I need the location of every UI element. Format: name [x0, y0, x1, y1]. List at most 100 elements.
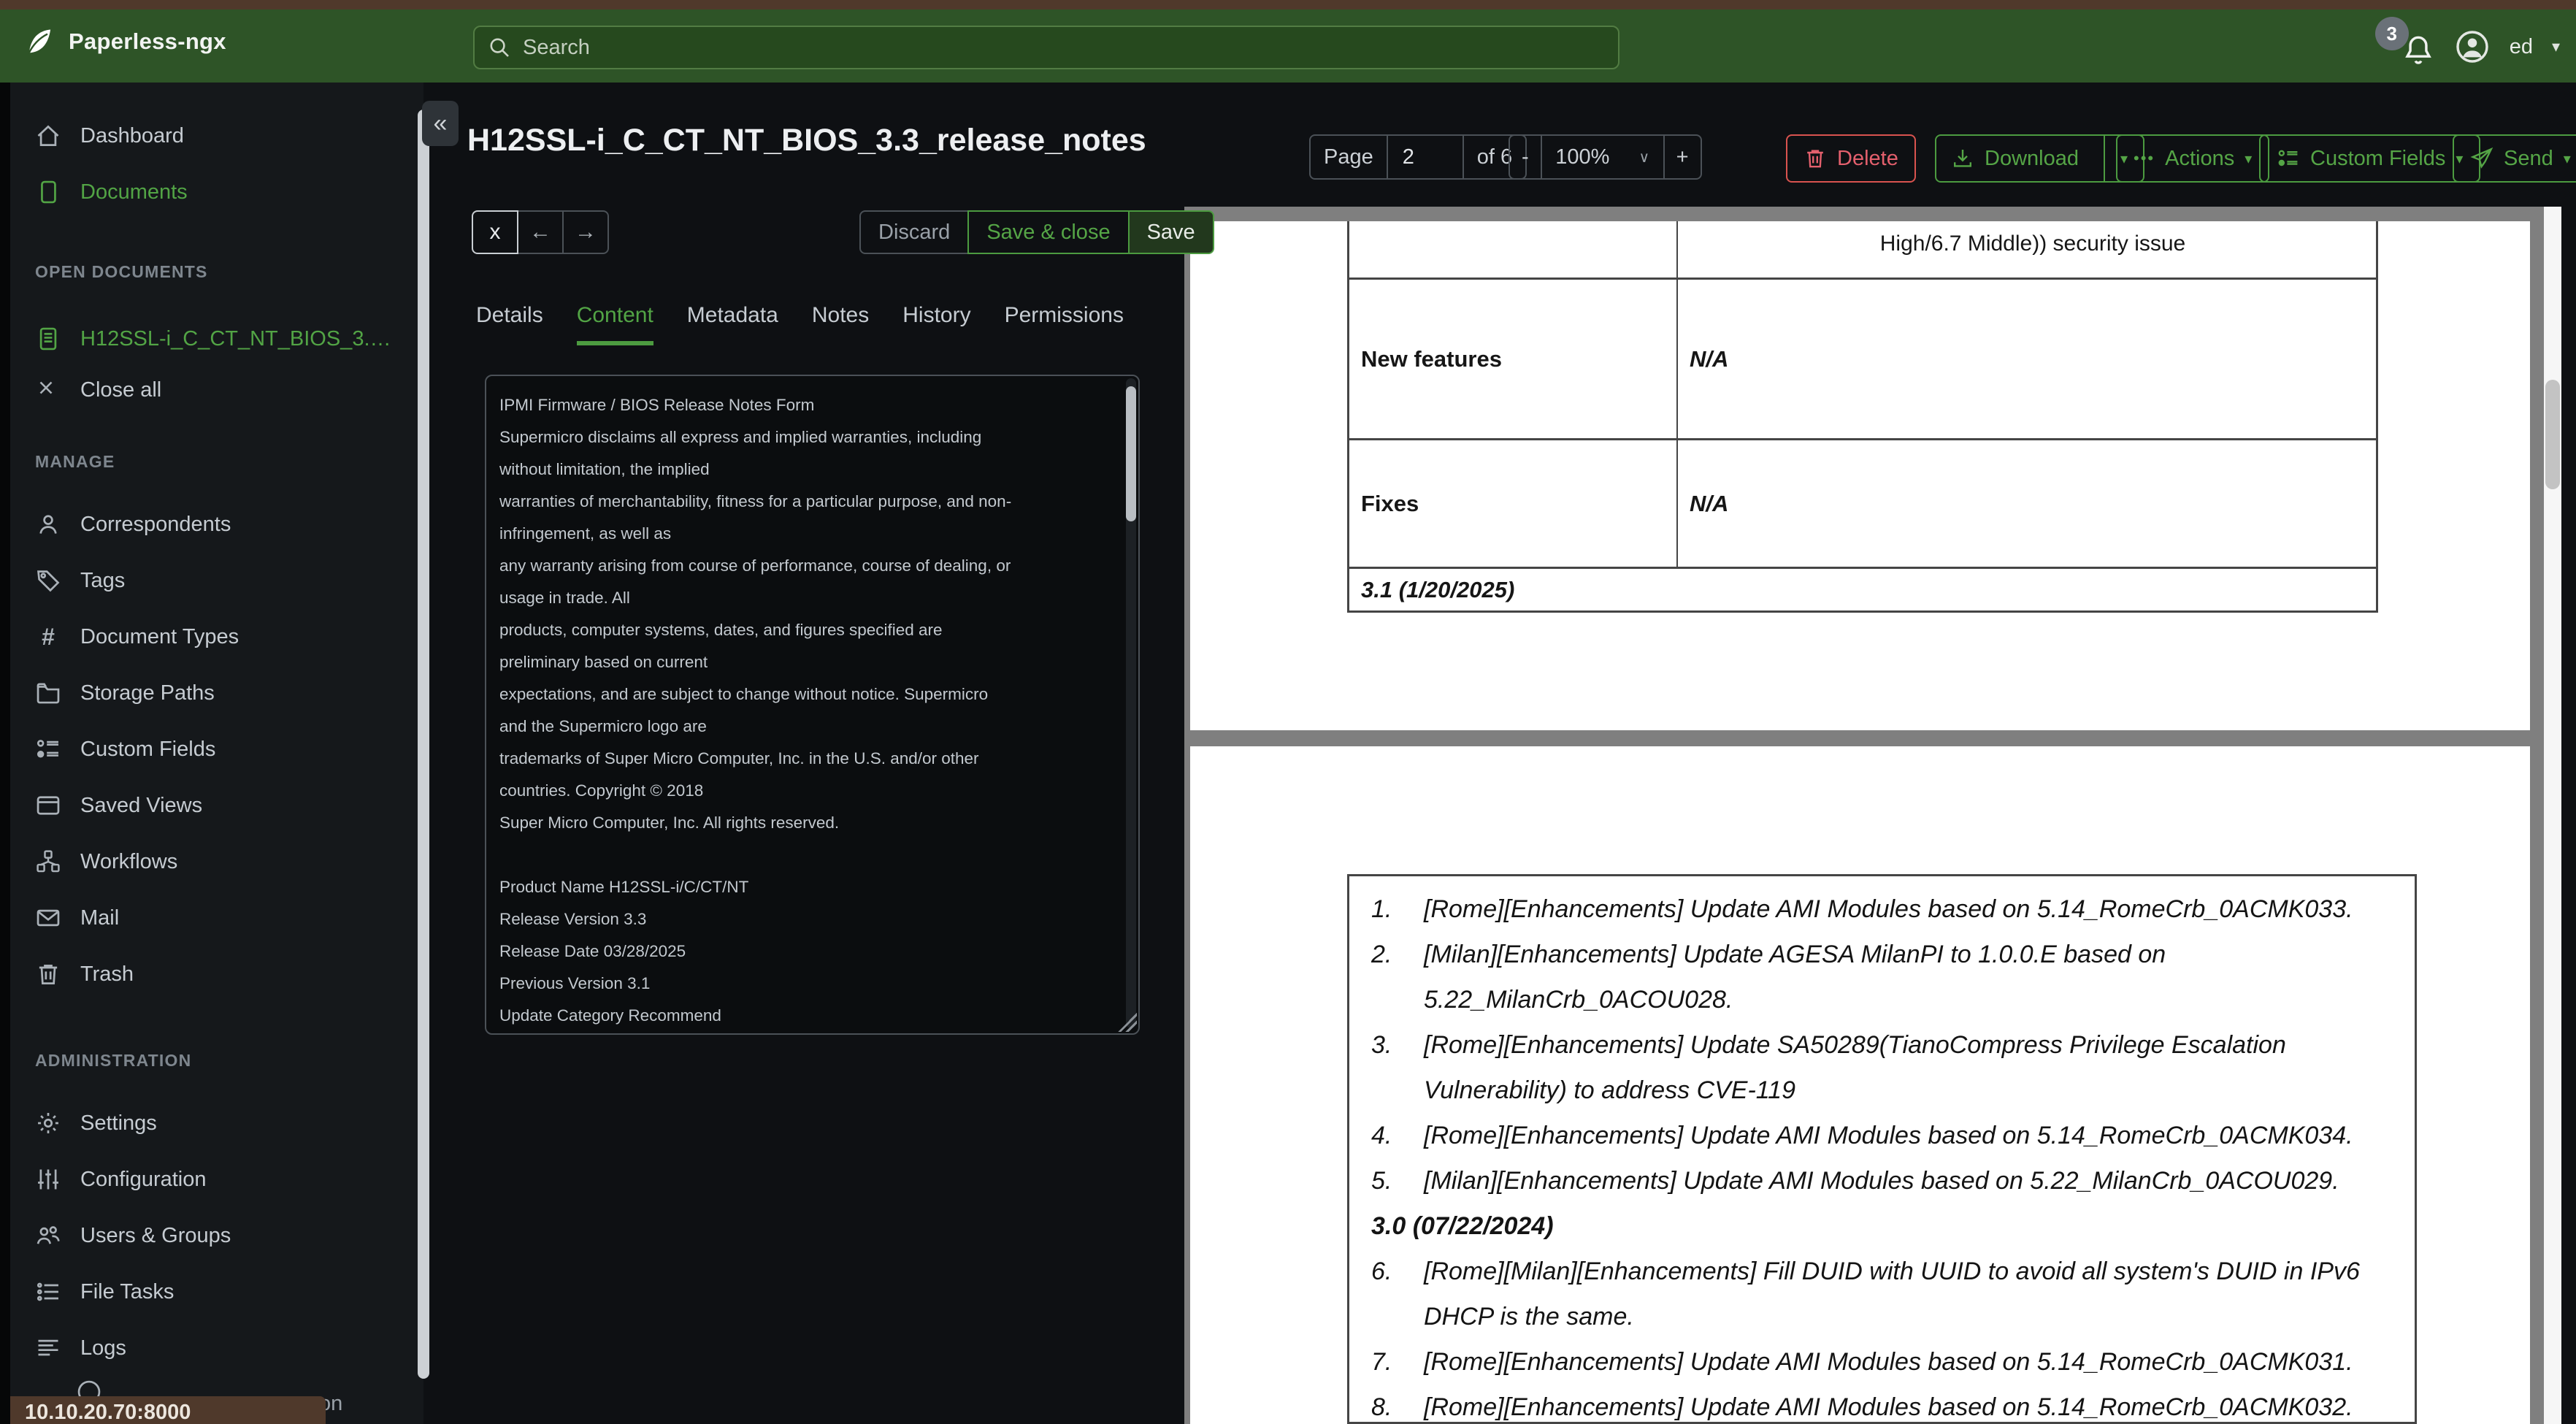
tab-history[interactable]: History — [902, 303, 970, 345]
sidebar-item-logs[interactable]: Logs — [10, 1324, 400, 1372]
sidebar-item-custom-fields[interactable]: Custom Fields — [10, 725, 400, 773]
table-version-row: 3.1 (1/20/2025) — [1349, 569, 2376, 613]
release-notes-table: High/6.7 Middle)) security issue New fea… — [1347, 221, 2378, 613]
table-cell: High/6.7 Middle)) security issue — [1879, 231, 2186, 256]
actions-button[interactable]: ••• Actions ▾ — [2116, 134, 2270, 183]
zoom-select[interactable]: 100% ∨ — [1540, 134, 1665, 180]
search-input[interactable] — [521, 34, 1605, 61]
window-top-strip — [0, 0, 2576, 9]
tab-details[interactable]: Details — [476, 303, 543, 345]
pdf-scrollbar-thumb[interactable] — [2545, 380, 2560, 489]
page-input-segment[interactable] — [1386, 134, 1464, 180]
pdf-preview-pane[interactable]: High/6.7 Middle)) security issue New fea… — [1184, 207, 2561, 1424]
save-button[interactable]: Save — [1127, 210, 1214, 254]
sidebar: Dashboard Documents OPEN DOCUMENTS H12SS… — [10, 83, 423, 1424]
content-text[interactable]: IPMI Firmware / BIOS Release Notes Form … — [486, 376, 1116, 1033]
close-document-button[interactable]: x — [472, 210, 518, 254]
list-item: 3. [Rome][Enhancements] Update SA50289(T… — [1371, 1031, 2286, 1104]
brand[interactable]: Paperless-ngx — [23, 26, 226, 58]
trash-icon — [35, 961, 61, 987]
sidebar-item-tags[interactable]: Tags — [10, 556, 400, 605]
sidebar-item-correspondents[interactable]: Correspondents — [10, 500, 400, 548]
custom-fields-button[interactable]: Custom Fields ▾ — [2259, 134, 2481, 183]
administration-header: ADMINISTRATION — [35, 1051, 192, 1070]
list-tasks-icon — [35, 1279, 61, 1305]
next-document-button[interactable]: → — [562, 210, 609, 254]
home-icon — [35, 123, 61, 149]
zoom-control: - 100% ∨ + — [1509, 134, 1702, 180]
download-button[interactable]: Download — [1936, 136, 2093, 181]
sidebar-scrollbar[interactable] — [418, 110, 429, 1379]
navbar: Paperless-ngx 3 — [0, 9, 2576, 83]
zoom-value: 100% — [1555, 145, 1610, 169]
textarea-scrollbar-thumb[interactable] — [1126, 386, 1136, 521]
user-menu[interactable]: ed — [2510, 35, 2533, 59]
tab-content[interactable]: Content — [576, 303, 653, 345]
document-tabs: Details Content Metadata Notes History P… — [476, 303, 1124, 345]
window-left-border — [0, 9, 10, 1424]
sidebar-item-saved-views[interactable]: Saved Views — [10, 781, 400, 830]
table-cell-value: N/A — [1690, 490, 1729, 516]
chevron-down-icon: ∨ — [1638, 149, 1650, 166]
sidebar-item-close-all[interactable]: Close all — [10, 366, 400, 414]
tab-permissions[interactable]: Permissions — [1005, 303, 1124, 345]
hash-icon: # — [42, 623, 55, 650]
textarea-resize-handle[interactable] — [1118, 1013, 1137, 1032]
list-item: 1. [Rome][Enhancements] Update AMI Modul… — [1371, 895, 2353, 923]
sidebar-item-configuration[interactable]: Configuration — [10, 1155, 400, 1203]
sidebar-item-storage-paths[interactable]: Storage Paths — [10, 669, 400, 717]
discard-button[interactable]: Discard — [859, 210, 970, 254]
user-avatar-icon[interactable] — [2454, 28, 2491, 65]
page-number-input[interactable] — [1400, 144, 1449, 170]
sidebar-item-file-tasks[interactable]: File Tasks — [10, 1268, 400, 1316]
folder-icon — [35, 680, 61, 706]
list-item: 6. [Rome][Milan][Enhancements] Fill DUID… — [1371, 1258, 2360, 1331]
sidebar-item-open-document[interactable]: H12SSL-i_C_CT_NT_BIOS_3.3_rel... — [10, 315, 400, 363]
paperless-leaf-icon — [23, 26, 55, 58]
download-icon — [1951, 147, 1974, 170]
sidebar-item-document-types[interactable]: # Document Types — [10, 613, 400, 661]
sidebar-item-mail[interactable]: Mail — [10, 894, 400, 942]
sidebar-item-trash[interactable]: Trash — [10, 950, 400, 998]
previous-document-button[interactable]: ← — [517, 210, 564, 254]
send-button[interactable]: Send ▾ — [2453, 134, 2576, 183]
save-and-close-button[interactable]: Save & close — [967, 210, 1130, 254]
logs-icon — [35, 1335, 61, 1361]
table-row: Fixes N/A — [1349, 440, 2376, 569]
delete-button[interactable]: Delete — [1786, 134, 1916, 183]
table-cell-label: Fixes — [1349, 440, 1678, 567]
zoom-in-button[interactable]: + — [1663, 134, 1702, 180]
file-text-icon — [35, 326, 61, 352]
tab-notes[interactable]: Notes — [812, 303, 869, 345]
trash-icon — [1803, 147, 1827, 170]
table-row: High/6.7 Middle)) security issue — [1349, 221, 2376, 280]
table-cell-value: N/A — [1690, 345, 1729, 372]
send-icon — [2470, 147, 2493, 170]
tab-metadata[interactable]: Metadata — [687, 303, 778, 345]
search-icon — [488, 36, 511, 59]
notifications-button[interactable]: 3 — [2374, 17, 2435, 66]
sidebar-item-dashboard[interactable]: Dashboard — [10, 112, 400, 160]
list-item: 4. [Rome][Enhancements] Update AMI Modul… — [1371, 1122, 2353, 1149]
sidebar-item-documents[interactable]: Documents — [10, 168, 400, 216]
content-textarea[interactable]: IPMI Firmware / BIOS Release Notes Form … — [485, 375, 1140, 1035]
changelog-list-box: 1. [Rome][Enhancements] Update AMI Modul… — [1347, 874, 2417, 1424]
sidebar-item-users-groups[interactable]: Users & Groups — [10, 1211, 400, 1260]
sidebar-collapse-button[interactable]: « — [422, 101, 459, 146]
download-split-button: Download ▾ — [1935, 134, 2144, 183]
tag-icon — [35, 567, 61, 594]
search-box[interactable] — [473, 26, 1619, 69]
document-title: H12SSL-i_C_CT_NT_BIOS_3.3_release_notes — [467, 123, 1146, 158]
list-item: 2. [Milan][Enhancements] Update AGESA Mi… — [1371, 941, 2166, 1014]
gear-icon — [35, 1110, 61, 1136]
users-icon — [35, 1222, 61, 1249]
document-nav-group: x ← → — [472, 210, 609, 254]
sidebar-item-settings[interactable]: Settings — [10, 1099, 400, 1147]
list-item: 7. [Rome][Enhancements] Update AMI Modul… — [1371, 1348, 2353, 1376]
sidebar-item-workflows[interactable]: Workflows — [10, 838, 400, 886]
user-menu-caret-icon: ▾ — [2551, 37, 2560, 55]
zoom-out-button[interactable]: - — [1509, 134, 1542, 180]
dots-icon: ••• — [2134, 149, 2155, 167]
close-icon — [35, 377, 61, 403]
page-control: Page of 6 — [1309, 134, 1527, 180]
